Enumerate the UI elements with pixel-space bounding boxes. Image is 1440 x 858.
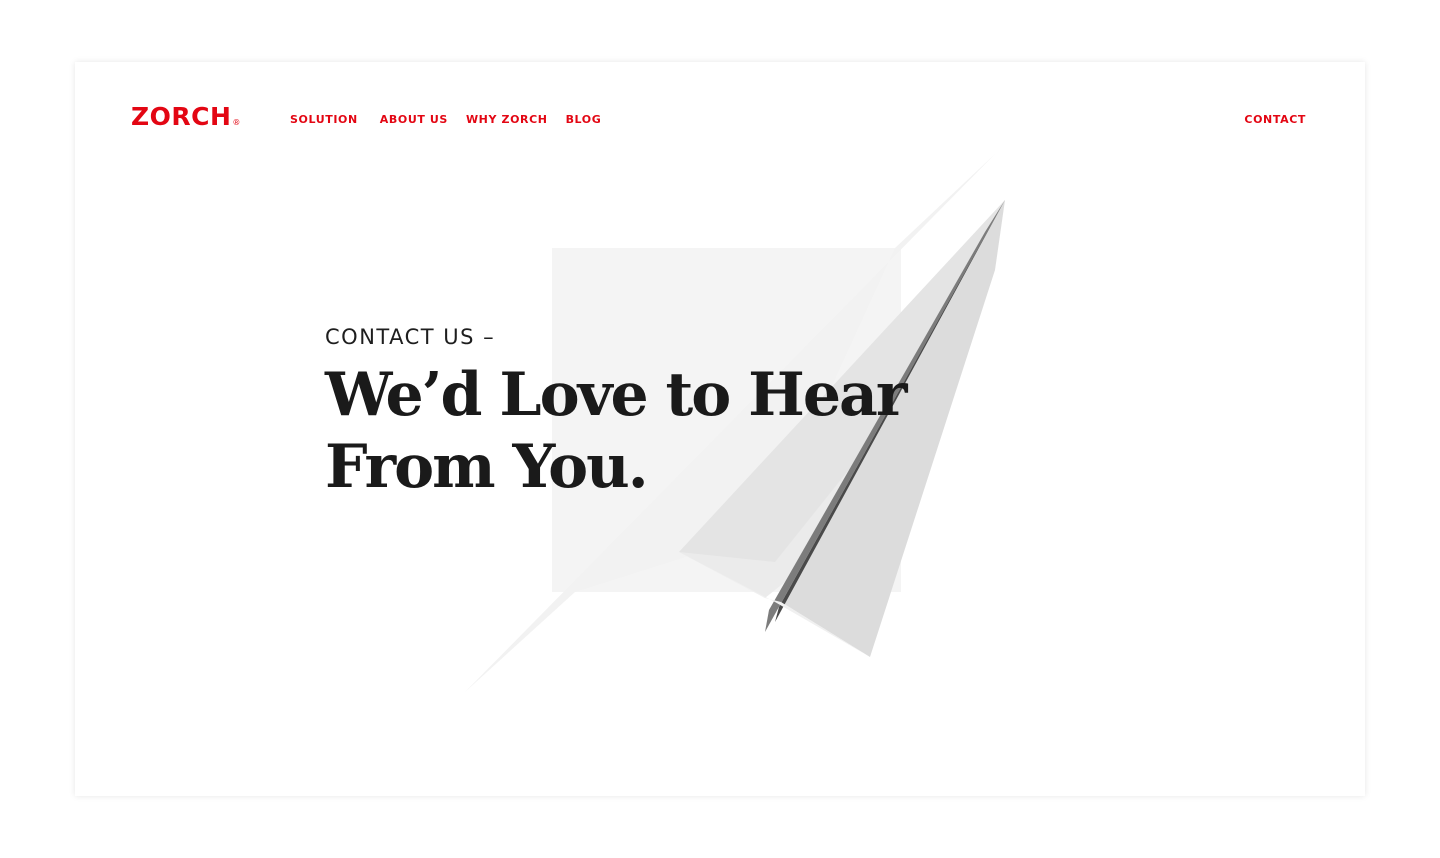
main-nav: SOLUTION ABOUT US WHY ZORCH BLOG: [290, 113, 619, 126]
nav-item-solution[interactable]: SOLUTION: [290, 113, 358, 126]
hero-eyebrow: CONTACT US –: [325, 325, 496, 349]
zorch-logo[interactable]: ZORCH ®: [131, 104, 241, 129]
nav-item-about-us[interactable]: ABOUT US: [380, 113, 448, 126]
registered-mark: ®: [232, 118, 241, 127]
page-frame: ZORCH ® SOLUTION ABOUT US WHY ZORCH BLOG…: [75, 62, 1365, 796]
headline-line-2: From You.: [325, 432, 649, 502]
hero-headline: We’d Love to Hear From You.: [325, 359, 945, 503]
contact-link[interactable]: CONTACT: [1244, 113, 1306, 126]
nav-item-blog[interactable]: BLOG: [566, 113, 602, 126]
headline-line-1: We’d Love to Hear: [325, 360, 908, 430]
logo-text: ZORCH: [131, 102, 232, 131]
nav-item-why-zorch[interactable]: WHY ZORCH: [466, 113, 548, 126]
